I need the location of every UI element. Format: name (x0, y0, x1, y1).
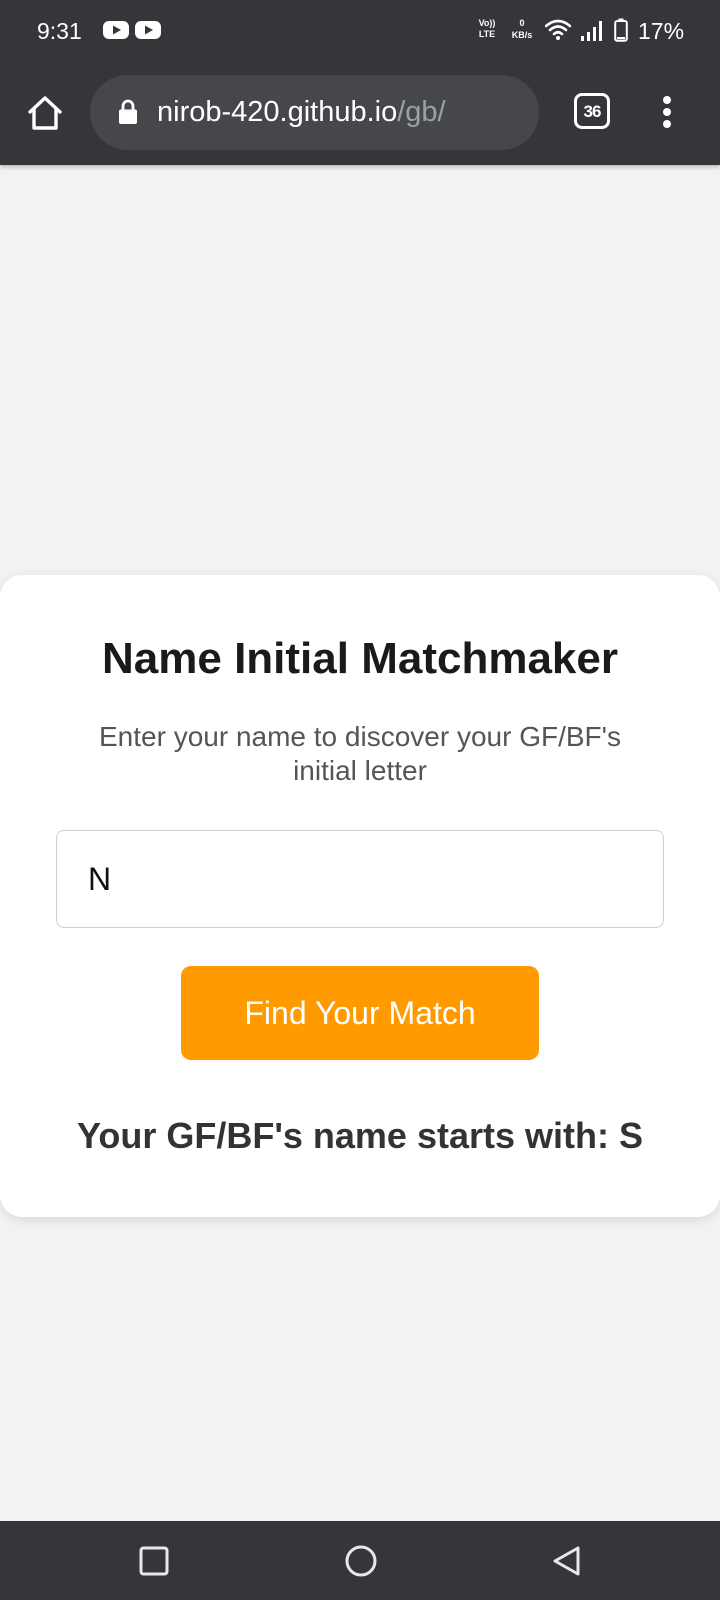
volte-bottom-text: LTE (478, 29, 496, 39)
nav-home-button[interactable] (341, 1541, 381, 1581)
find-match-button[interactable]: Find Your Match (181, 966, 539, 1060)
volte-indicator: Vo)) LTE (476, 18, 498, 40)
url-path: /gb/ (397, 96, 446, 128)
status-time: 9:31 (37, 18, 82, 44)
back-triangle-icon (553, 1546, 580, 1576)
home-circle-icon (345, 1545, 377, 1577)
youtube-icon (103, 21, 129, 39)
card-title: Name Initial Matchmaker (102, 634, 618, 683)
overflow-menu-button[interactable] (652, 92, 682, 132)
home-button[interactable] (22, 90, 68, 136)
url-text: nirob-420.github.io/gb/ (157, 75, 446, 150)
navigation-bar (0, 1521, 720, 1600)
recents-square-icon (139, 1546, 169, 1576)
browser-toolbar: nirob-420.github.io/gb/ 36 (0, 62, 720, 165)
battery-percentage: 17% (638, 18, 685, 44)
recents-button[interactable] (134, 1541, 174, 1581)
home-icon (28, 96, 62, 130)
battery-icon (614, 18, 628, 42)
signal-icon (581, 21, 602, 41)
more-vert-icon (663, 96, 671, 128)
lock-icon (119, 99, 137, 124)
card-subtitle: Enter your name to discover your GF/BF's… (99, 721, 621, 786)
youtube-icon (135, 21, 161, 39)
tab-switcher-button[interactable]: 36 (574, 93, 610, 129)
status-bar: 9:31 Vo)) LTE 0 KB/s 17% (0, 0, 720, 62)
url-domain: nirob-420.github.io (157, 96, 398, 128)
page: 9:31 Vo)) LTE 0 KB/s 17% nirob-420.githu… (0, 0, 720, 1600)
url-bar[interactable]: nirob-420.github.io/gb/ (90, 75, 539, 150)
net-speed-value: 0 (519, 18, 525, 28)
net-speed-indicator: 0 KB/s (508, 17, 536, 41)
volte-top-text: Vo)) (478, 18, 496, 28)
tab-count: 36 (583, 101, 602, 121)
wifi-icon (545, 19, 571, 40)
matchmaker-card: Name Initial Matchmaker Enter your name … (0, 575, 720, 1217)
name-input[interactable] (56, 830, 664, 928)
result-text: Your GF/BF's name starts with: S (77, 1115, 643, 1156)
back-button[interactable] (547, 1541, 587, 1581)
net-speed-unit: KB/s (511, 30, 533, 40)
